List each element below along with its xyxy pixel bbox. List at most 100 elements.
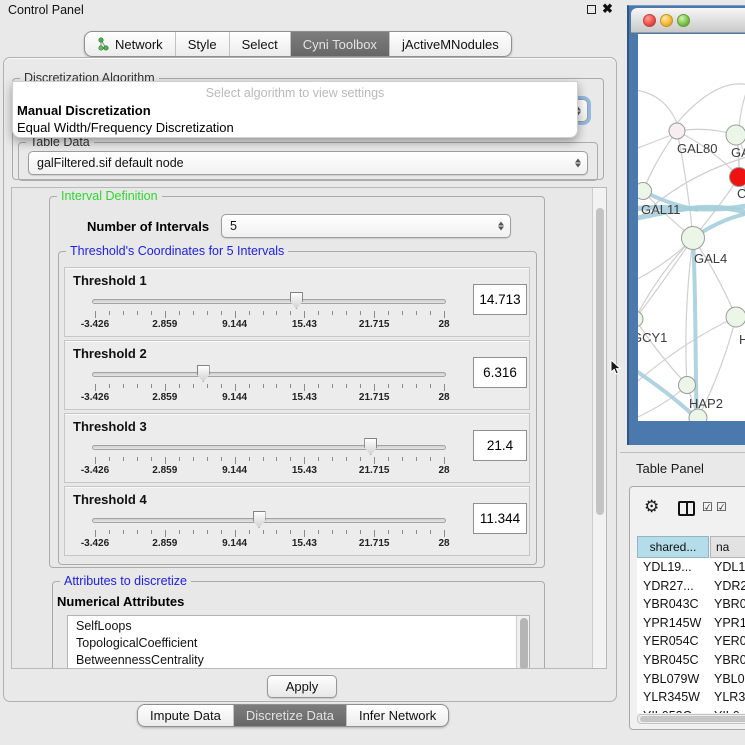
num-intervals-combobox[interactable]: 5	[221, 214, 511, 238]
tab-cyni-toolbox[interactable]: Cyni Toolbox	[291, 32, 390, 56]
slider-tick	[235, 457, 236, 464]
dropdown-option-equal-width[interactable]: Equal Width/Frequency Discretization	[17, 120, 234, 135]
slider-tick	[416, 311, 417, 315]
table-row[interactable]: YDR27...YDR2	[637, 579, 745, 597]
slider-track[interactable]	[92, 518, 446, 523]
attribute-list-item[interactable]: TopologicalCoefficient	[76, 635, 529, 652]
cell-shared-name: YPR145W	[643, 616, 701, 630]
slider-tick	[374, 457, 375, 464]
table-row[interactable]: YDL19...YDL1	[637, 560, 745, 578]
tab-style[interactable]: Style	[176, 32, 230, 56]
combo-spinner-icon	[575, 159, 581, 168]
close-icon[interactable]: ✖	[602, 1, 613, 17]
apply-button[interactable]: Apply	[267, 675, 337, 698]
tab-select[interactable]: Select	[230, 32, 291, 56]
slider-tick	[263, 530, 264, 534]
network-node-gal11[interactable]	[638, 183, 652, 200]
zoom-traffic-light-icon[interactable]	[677, 14, 690, 27]
tab-infer-network[interactable]: Infer Network	[347, 705, 448, 726]
tab-impute-data[interactable]: Impute Data	[138, 705, 234, 726]
table-row[interactable]: YBL079WYBL0	[637, 672, 745, 690]
slider-tick	[360, 311, 361, 315]
slider-track[interactable]	[92, 372, 446, 377]
attributes-title: Attributes to discretize	[60, 574, 191, 588]
slider-tick	[165, 530, 166, 537]
network-window-titlebar[interactable]	[631, 8, 745, 33]
slider-tick	[388, 530, 389, 534]
network-node-hap2[interactable]	[679, 377, 696, 394]
table-row[interactable]: YLR345WYLR3	[637, 690, 745, 708]
slider-tick	[444, 530, 445, 537]
slider-tick-label: 21.715	[344, 392, 404, 403]
top-tab-bar: NetworkStyleSelect Cyni Toolbox jActiveMNo…	[84, 31, 512, 57]
tab-jactivemnodules[interactable]: jActiveMNodules	[390, 32, 511, 56]
cell-name: YIL0	[714, 709, 740, 713]
list-scrollbar[interactable]	[516, 616, 529, 669]
slider-tick	[332, 311, 333, 315]
tab-network[interactable]: Network	[85, 32, 176, 56]
table-row[interactable]: YBR043CYBR0	[637, 597, 745, 615]
slider-tick	[137, 311, 138, 315]
slider-tick	[95, 384, 96, 391]
slider-track[interactable]	[92, 445, 446, 450]
horizontal-scrollbar[interactable]	[637, 714, 745, 724]
slider-tick	[318, 530, 319, 534]
network-node-label: GCY1	[638, 330, 667, 345]
split-view-icon[interactable]	[678, 501, 695, 516]
vertical-scrollbar[interactable]	[592, 188, 606, 668]
slider-thumb[interactable]	[253, 511, 266, 528]
threshold-value-field[interactable]	[473, 284, 527, 315]
column-header-shared-name[interactable]: shared...	[637, 536, 709, 558]
float-window-icon[interactable]	[587, 5, 596, 14]
slider-tick	[304, 530, 305, 537]
threshold-value-field[interactable]	[473, 503, 527, 534]
slider-thumb[interactable]	[364, 438, 377, 455]
slider-track[interactable]	[92, 299, 446, 304]
network-node-ga[interactable]	[726, 125, 745, 145]
network-canvas[interactable]: GAL80GACGAL11GAL4GCY1HHAP2	[638, 34, 745, 421]
attribute-list-item[interactable]: BetweennessCentrality	[76, 652, 529, 669]
threshold-value-field[interactable]	[473, 357, 527, 388]
slider-tick	[290, 384, 291, 388]
slider-thumb[interactable]	[197, 365, 210, 382]
slider-tick	[276, 384, 277, 388]
network-node-label: HAP2	[689, 396, 723, 411]
slider-thumb[interactable]	[290, 292, 303, 309]
checkbox-icon[interactable]: ☑	[716, 500, 727, 514]
network-node-gcy1[interactable]	[638, 311, 643, 327]
slider-tick	[444, 457, 445, 464]
network-node-h[interactable]	[726, 307, 745, 327]
slider-tick-label: 9.144	[205, 538, 265, 549]
table-row[interactable]: YIL052CYIL0	[637, 709, 745, 713]
gear-icon[interactable]: ⚙	[644, 497, 659, 517]
interval-definition-title: Interval Definition	[57, 189, 162, 203]
slider-tick-label: 2.859	[135, 465, 195, 476]
table-row[interactable]: YPR145WYPR1	[637, 616, 745, 634]
slider-tick	[151, 530, 152, 534]
table-row[interactable]: YER054CYER0	[637, 634, 745, 652]
threshold-value-field[interactable]	[473, 430, 527, 461]
network-node-label: GAL11	[641, 202, 681, 217]
tab-label: Cyni Toolbox	[303, 37, 377, 52]
slider-tick-label: 15.43	[274, 465, 334, 476]
attribute-list-item[interactable]: SelfLoops	[76, 618, 529, 635]
dropdown-option-manual[interactable]: Manual Discretization	[17, 103, 151, 118]
column-header-name[interactable]: na	[710, 536, 745, 558]
threshold-panel-1: Threshold 1-3.4262.8599.14415.4321.71528	[64, 267, 530, 337]
network-node-gal4[interactable]	[682, 227, 705, 250]
slider-tick-label: 28	[414, 392, 474, 403]
slider-tick	[374, 530, 375, 537]
slider-tick	[276, 311, 277, 315]
slider-tick	[402, 311, 403, 315]
tab-discretize-data[interactable]: Discretize Data	[234, 705, 347, 726]
close-traffic-light-icon[interactable]	[643, 14, 656, 27]
network-node-c[interactable]	[730, 168, 745, 187]
minimize-traffic-light-icon[interactable]	[660, 14, 673, 27]
table-data-combobox[interactable]: galFiltered.sif default node	[28, 151, 588, 175]
table-row[interactable]: YBR045CYBR0	[637, 653, 745, 671]
slider-tick	[444, 384, 445, 391]
cell-shared-name: YDL19...	[643, 560, 692, 574]
slider-tick-label: 2.859	[135, 538, 195, 549]
checkbox-icon[interactable]: ☑	[702, 500, 713, 514]
network-node-gal80[interactable]	[669, 123, 685, 139]
